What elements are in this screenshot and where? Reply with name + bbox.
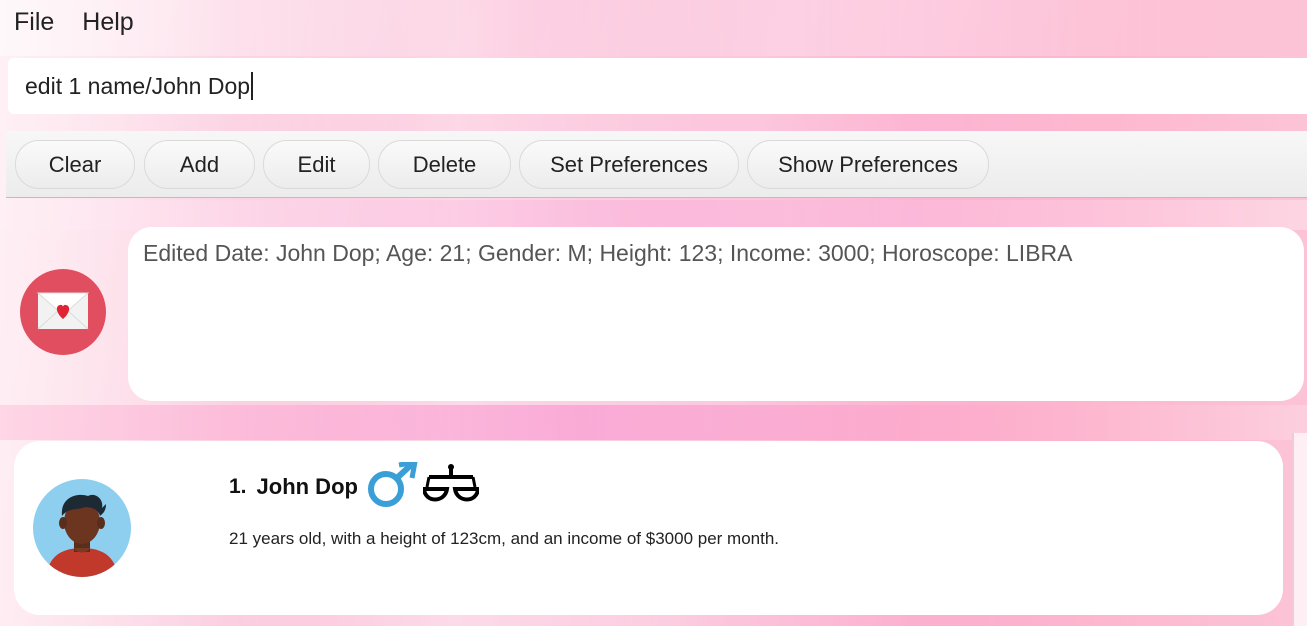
delete-button[interactable]: Delete <box>378 140 511 189</box>
menu-file[interactable]: File <box>14 8 54 37</box>
add-button[interactable]: Add <box>144 140 255 189</box>
text-caret <box>251 72 253 100</box>
menu-bar: File Help <box>0 0 162 44</box>
clear-button[interactable]: Clear <box>15 140 135 189</box>
command-input-text: edit 1 name/John Dop <box>25 72 251 99</box>
list-scrollbar[interactable] <box>1292 433 1307 626</box>
result-display: Edited Date: John Dop; Age: 21; Gender: … <box>128 227 1304 401</box>
person-card[interactable]: 1. John Dop 21 years old, with a height … <box>14 441 1283 615</box>
person-description: 21 years old, with a height of 123cm, an… <box>229 529 780 548</box>
avatar <box>32 478 132 578</box>
person-index: 1. <box>229 475 247 498</box>
background-streak <box>0 200 1307 230</box>
envelope-heart-icon <box>20 269 106 355</box>
edit-button[interactable]: Edit <box>263 140 370 189</box>
background-streak <box>0 405 1307 440</box>
toolbar: Clear Add Edit Delete Set Preferences Sh… <box>6 131 1307 198</box>
person-header: 1. John Dop <box>229 458 481 507</box>
set-preferences-button[interactable]: Set Preferences <box>519 140 739 189</box>
background-streak <box>0 0 1307 56</box>
libra-icon <box>421 463 481 512</box>
show-preferences-button[interactable]: Show Preferences <box>747 140 989 189</box>
menu-help[interactable]: Help <box>82 8 133 37</box>
male-symbol-icon <box>365 458 419 513</box>
person-name: John Dop <box>256 474 358 499</box>
command-input[interactable]: edit 1 name/John Dop <box>8 58 1307 114</box>
result-message: Edited Date: John Dop; Age: 21; Gender: … <box>143 240 1073 266</box>
